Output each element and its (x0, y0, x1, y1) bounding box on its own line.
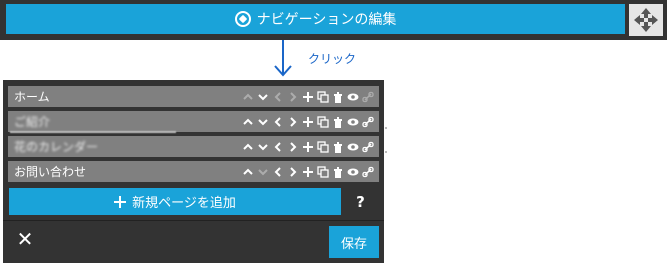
save-button[interactable]: 保存 (329, 226, 379, 258)
menu-item-row[interactable]: ご紹介 (8, 111, 379, 132)
edit-navigation-button[interactable]: ナビゲーションの編集 (6, 4, 625, 34)
close-button[interactable]: ✕ (14, 227, 36, 251)
indent-icon[interactable] (287, 91, 299, 103)
duplicate-icon[interactable] (317, 115, 329, 128)
delete-icon[interactable] (332, 116, 344, 128)
delete-icon[interactable] (332, 141, 344, 153)
outdent-icon[interactable] (272, 91, 284, 103)
indent-icon[interactable] (287, 141, 299, 153)
move-down-icon[interactable] (257, 116, 269, 128)
footer-divider (3, 220, 384, 221)
duplicate-icon[interactable] (317, 140, 329, 153)
move-arrows-icon[interactable] (629, 4, 663, 36)
menu-item-label: 花のカレンダー (14, 140, 99, 154)
add-page-button[interactable]: 新規ページを追加 (9, 188, 341, 215)
top-toolbar: ナビゲーションの編集 (0, 0, 667, 40)
add-subpage-icon[interactable] (302, 116, 314, 128)
edit-navigation-label: ナビゲーションの編集 (256, 12, 397, 28)
link-icon[interactable] (362, 166, 374, 178)
visibility-icon[interactable] (347, 91, 359, 103)
row-actions (242, 140, 379, 153)
row-actions (242, 90, 379, 103)
menu-item-row[interactable]: ホーム (8, 86, 379, 107)
menu-item-label: お問い合わせ (14, 165, 87, 179)
menu-item-label: ホーム (14, 90, 50, 104)
divider-dot (385, 151, 387, 153)
outdent-icon[interactable] (272, 116, 284, 128)
move-down-icon[interactable] (257, 166, 269, 178)
duplicate-icon[interactable] (317, 90, 329, 103)
indent-icon[interactable] (287, 166, 299, 178)
add-subpage-icon[interactable] (302, 91, 314, 103)
visibility-icon[interactable] (347, 166, 359, 178)
add-subpage-icon[interactable] (302, 141, 314, 153)
outdent-icon[interactable] (272, 141, 284, 153)
compass-icon (234, 11, 251, 27)
menu-item-row[interactable]: お問い合わせ (8, 161, 379, 182)
duplicate-icon[interactable] (317, 165, 329, 178)
row-actions (242, 165, 379, 178)
link-icon[interactable] (362, 141, 374, 153)
move-up-icon[interactable] (242, 141, 254, 153)
click-annotation: クリック (308, 52, 357, 66)
row-actions (242, 115, 379, 128)
indent-icon[interactable] (287, 116, 299, 128)
down-arrow-icon (274, 40, 292, 77)
redacted-underline (10, 131, 176, 133)
menu-item-label: ご紹介 (14, 115, 51, 129)
outdent-icon[interactable] (272, 166, 284, 178)
plus-icon (114, 195, 127, 208)
move-up-icon[interactable] (242, 166, 254, 178)
move-up-icon[interactable] (242, 91, 254, 103)
move-down-icon[interactable] (257, 91, 269, 103)
link-icon[interactable] (362, 116, 374, 128)
add-subpage-icon[interactable] (302, 166, 314, 178)
visibility-icon[interactable] (347, 141, 359, 153)
move-down-icon[interactable] (257, 141, 269, 153)
move-up-icon[interactable] (242, 116, 254, 128)
divider-dot (385, 127, 387, 129)
visibility-icon[interactable] (347, 116, 359, 128)
delete-icon[interactable] (332, 166, 344, 178)
help-button[interactable]: ? (347, 188, 374, 215)
menu-item-row[interactable]: 花のカレンダー (8, 136, 379, 157)
link-icon[interactable] (362, 91, 374, 103)
delete-icon[interactable] (332, 91, 344, 103)
add-page-label: 新規ページを追加 (132, 196, 236, 211)
